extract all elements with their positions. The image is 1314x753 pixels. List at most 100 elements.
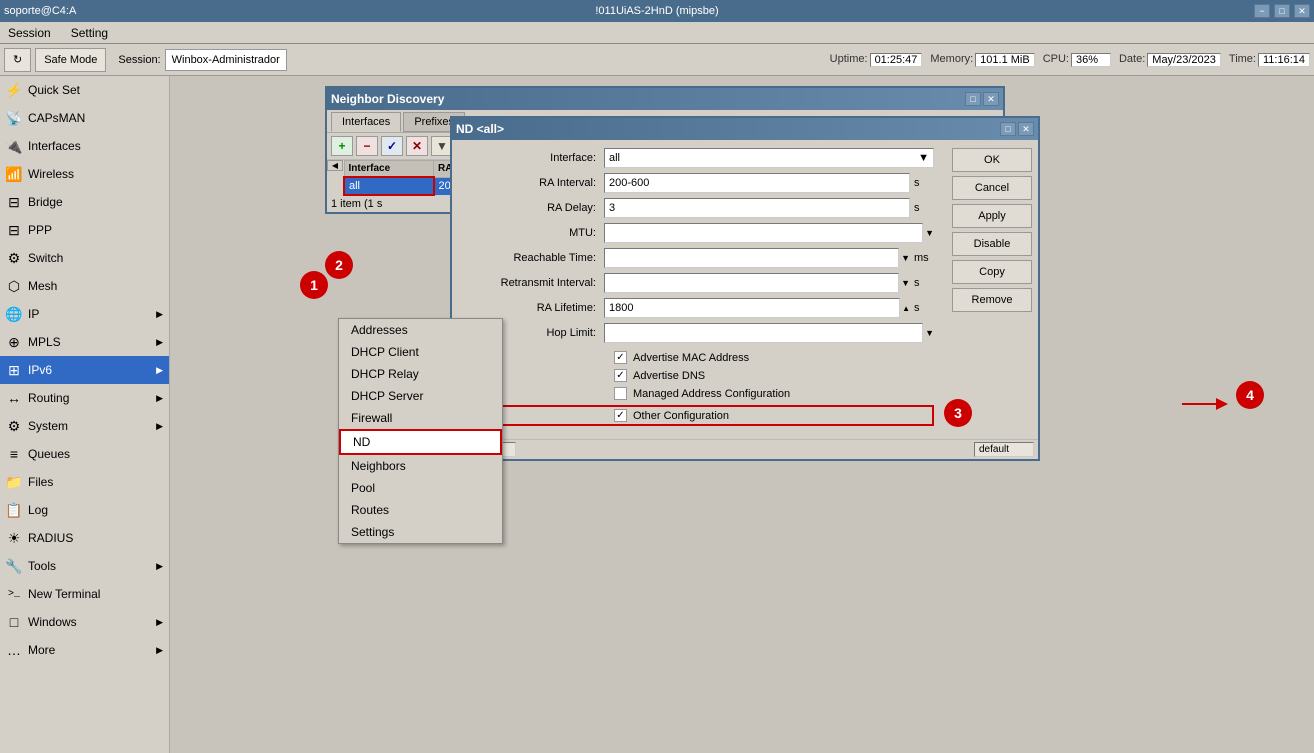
sidebar-label-system: System (28, 419, 68, 433)
interface-select[interactable]: all ▼ (604, 148, 934, 168)
interface-value: all (609, 152, 620, 164)
nd-close[interactable]: ✕ (983, 92, 999, 106)
sidebar-item-wireless[interactable]: 📶 Wireless (0, 160, 169, 188)
mesh-icon: ⬡ (6, 278, 22, 294)
sidebar-label-windows: Windows (28, 615, 77, 629)
sidebar-item-windows[interactable]: □ Windows ▶ (0, 608, 169, 636)
retransmit-input[interactable] (604, 273, 899, 293)
nd-edit-close[interactable]: ✕ (1018, 122, 1034, 136)
sidebar-item-log[interactable]: 📋 Log (0, 496, 169, 524)
sidebar-item-new-terminal[interactable]: >_ New Terminal (0, 580, 169, 608)
submenu-pool[interactable]: Pool (339, 477, 502, 499)
sidebar-item-routing[interactable]: ↔ Routing ▶ (0, 384, 169, 412)
advertise-dns-checkbox[interactable] (614, 369, 627, 382)
sidebar-item-tools[interactable]: 🔧 Tools ▶ (0, 552, 169, 580)
remove-button-edit[interactable]: Remove (952, 288, 1032, 312)
submenu-routes[interactable]: Routes (339, 499, 502, 521)
sidebar-item-capsman[interactable]: 📡 CAPsMAN (0, 104, 169, 132)
submenu-firewall[interactable]: Firewall (339, 407, 502, 429)
ok-button[interactable]: OK (952, 148, 1032, 172)
reachable-time-input[interactable] (604, 248, 899, 268)
cancel-button[interactable]: Cancel (952, 176, 1032, 200)
sidebar-item-interfaces[interactable]: 🔌 Interfaces (0, 132, 169, 160)
queues-icon: ≡ (6, 446, 22, 462)
copy-button[interactable]: Copy (952, 260, 1032, 284)
mtu-dropdown-arrow[interactable]: ▼ (925, 228, 934, 238)
sidebar-item-switch[interactable]: ⚙ Switch (0, 244, 169, 272)
sidebar-item-more[interactable]: … More ▶ (0, 636, 169, 664)
bridge-icon: ⊟ (6, 194, 22, 210)
submenu-dhcp-relay[interactable]: DHCP Relay (339, 363, 502, 385)
minimize-button[interactable]: − (1254, 4, 1270, 18)
refresh-button[interactable]: ↻ (4, 48, 31, 72)
interface-label: Interface: (464, 152, 604, 164)
reachable-dropdown-arrow[interactable]: ▼ (901, 253, 910, 263)
advertise-mac-checkbox[interactable] (614, 351, 627, 364)
sidebar-item-mpls[interactable]: ⊕ MPLS ▶ (0, 328, 169, 356)
sidebar-label-radius: RADIUS (28, 531, 73, 545)
sidebar-item-queues[interactable]: ≡ Queues (0, 440, 169, 468)
managed-address-checkbox[interactable] (614, 387, 627, 400)
check-button[interactable]: ✓ (381, 136, 403, 156)
interface-dropdown-arrow: ▼ (918, 152, 929, 164)
submenu-addresses[interactable]: Addresses (339, 319, 502, 341)
apply-button[interactable]: Apply (952, 204, 1032, 228)
scroll-left-button[interactable]: ◀ (327, 160, 343, 171)
ra-lifetime-input[interactable] (604, 298, 900, 318)
cross-button[interactable]: ✕ (406, 136, 428, 156)
hop-limit-dropdown-arrow[interactable]: ▼ (925, 328, 934, 338)
sidebar-item-quick-set[interactable]: ⚡ Quick Set (0, 76, 169, 104)
submenu-nd[interactable]: ND (339, 429, 502, 455)
submenu-settings[interactable]: Settings (339, 521, 502, 543)
time-label: Time: (1229, 53, 1256, 67)
sidebar-label-ppp: PPP (28, 223, 52, 237)
ra-lifetime-label: RA Lifetime: (464, 302, 604, 314)
ra-delay-input[interactable] (604, 198, 910, 218)
sidebar-label-bridge: Bridge (28, 195, 63, 209)
ra-interval-unit: s (914, 177, 934, 189)
nd-edit-minimize[interactable]: □ (1000, 122, 1016, 136)
mtu-label: MTU: (464, 227, 604, 239)
close-button[interactable]: ✕ (1294, 4, 1310, 18)
safe-mode-button[interactable]: Safe Mode (35, 48, 106, 72)
mtu-input[interactable] (604, 223, 923, 243)
other-config-label: Other Configuration (633, 410, 729, 422)
more-icon: … (6, 642, 22, 658)
sidebar-item-mesh[interactable]: ⬡ Mesh (0, 272, 169, 300)
remove-button[interactable]: − (356, 136, 378, 156)
sidebar-item-bridge[interactable]: ⊟ Bridge (0, 188, 169, 216)
ipv6-arrow: ▶ (156, 365, 163, 376)
sidebar-label-queues: Queues (28, 447, 70, 461)
annotation-1: 1 (300, 271, 328, 299)
ra-lifetime-spinup[interactable]: ▲ (902, 304, 910, 313)
disable-button[interactable]: Disable (952, 232, 1032, 256)
sidebar-item-ip[interactable]: 🌐 IP ▶ (0, 300, 169, 328)
submenu-dhcp-client[interactable]: DHCP Client (339, 341, 502, 363)
advertise-mac-row: Advertise MAC Address (464, 351, 934, 364)
nd-edit-title-text: ND <all> (456, 122, 504, 136)
nd-edit-title-bar: ND <all> □ ✕ (452, 118, 1038, 140)
add-button[interactable]: + (331, 136, 353, 156)
tab-interfaces[interactable]: Interfaces (331, 112, 401, 132)
annotation-4: 4 (1236, 381, 1264, 409)
other-config-checkbox[interactable] (614, 409, 627, 422)
submenu-dhcp-server[interactable]: DHCP Server (339, 385, 502, 407)
menu-setting[interactable]: Setting (67, 24, 112, 42)
nd-title-bar: Neighbor Discovery □ ✕ (327, 88, 1003, 110)
ra-interval-input[interactable] (604, 173, 910, 193)
reachable-time-row: Reachable Time: ▼ ms (464, 248, 934, 268)
sidebar-label-ip: IP (28, 307, 39, 321)
sidebar-item-radius[interactable]: ☀ RADIUS (0, 524, 169, 552)
nd-minimize[interactable]: □ (965, 92, 981, 106)
tools-arrow: ▶ (156, 561, 163, 572)
submenu-neighbors[interactable]: Neighbors (339, 455, 502, 477)
menu-session[interactable]: Session (4, 24, 55, 42)
uptime-value: 01:25:47 (870, 53, 923, 67)
sidebar-item-system[interactable]: ⚙ System ▶ (0, 412, 169, 440)
sidebar-item-files[interactable]: 📁 Files (0, 468, 169, 496)
retransmit-dropdown-arrow[interactable]: ▼ (901, 278, 910, 288)
sidebar-item-ipv6[interactable]: ⊞ IPv6 ▶ (0, 356, 169, 384)
hop-limit-input[interactable] (604, 323, 923, 343)
maximize-button[interactable]: □ (1274, 4, 1290, 18)
sidebar-item-ppp[interactable]: ⊟ PPP (0, 216, 169, 244)
